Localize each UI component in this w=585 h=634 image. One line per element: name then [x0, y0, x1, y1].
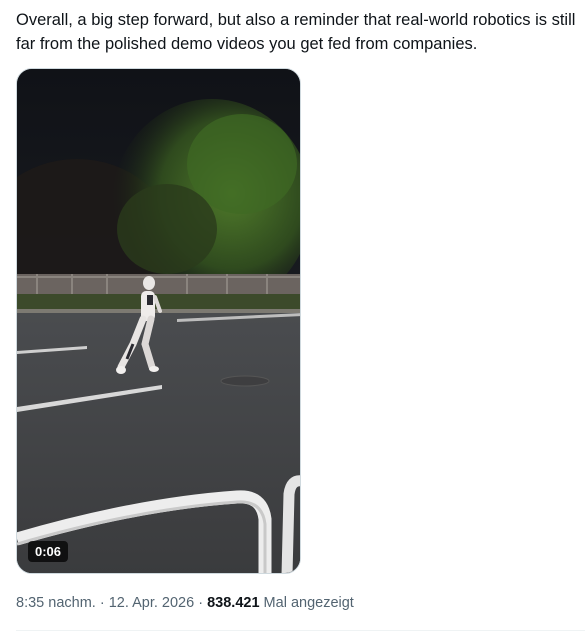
tweet-time: 8:35 nachm. [16, 595, 96, 611]
tweet-text: Overall, a big step forward, but also a … [16, 11, 576, 53]
video-frame [17, 69, 300, 573]
divider [16, 630, 585, 631]
video-duration-badge: 0:06 [28, 541, 69, 562]
tweet-date: 12. Apr. 2026 [108, 595, 195, 611]
separator-dot: · [99, 595, 105, 611]
video-player[interactable]: 0:06 [16, 68, 301, 574]
tweet-meta: 8:35 nachm. · 12. Apr. 2026 · 838.421 Ma… [16, 594, 354, 612]
views-count: 838.421 [207, 595, 260, 611]
views-label: Mal angezeigt [263, 595, 354, 611]
road [17, 313, 300, 573]
separator-dot: · [198, 595, 204, 611]
tweet-timestamp-link[interactable]: 8:35 nachm. · 12. Apr. 2026 [16, 595, 198, 611]
